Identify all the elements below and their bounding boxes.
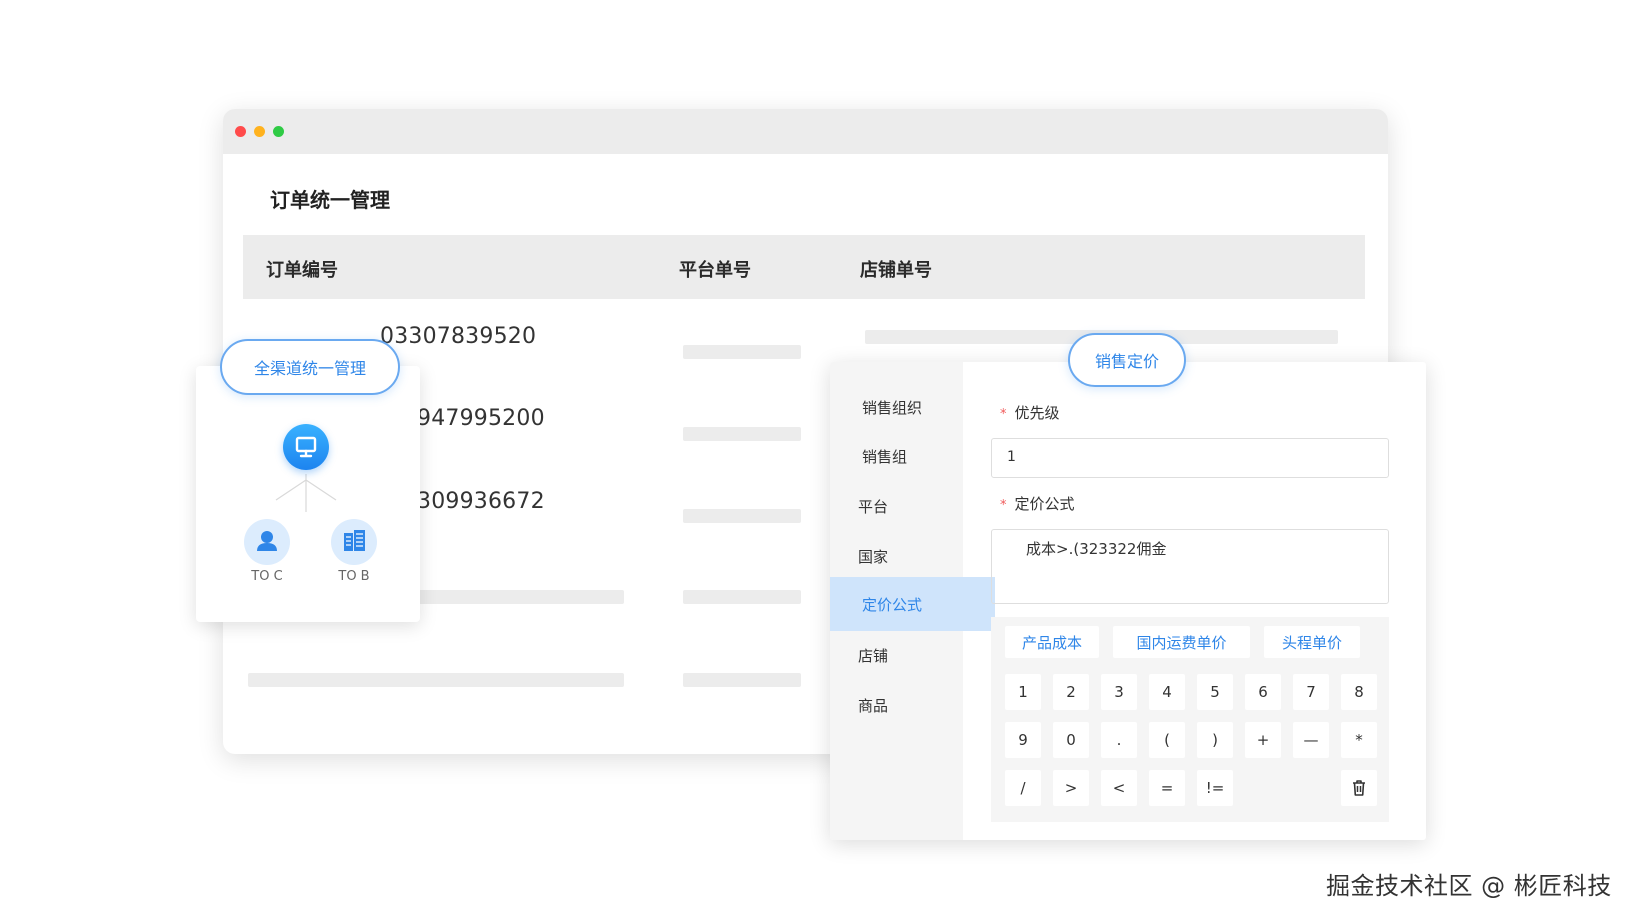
key-button[interactable]: 1 bbox=[1005, 674, 1041, 710]
placeholder-cell bbox=[683, 590, 801, 604]
sidebar-item-platform[interactable]: 平台 bbox=[830, 479, 991, 533]
placeholder-cell bbox=[413, 590, 624, 604]
key-button[interactable]: 8 bbox=[1341, 674, 1377, 710]
priority-label-text: 优先级 bbox=[1014, 404, 1060, 422]
sidebar-item-sales-org[interactable]: 销售组织 bbox=[830, 380, 995, 434]
key-button[interactable]: 3 bbox=[1101, 674, 1137, 710]
close-window-button[interactable] bbox=[235, 126, 246, 137]
variable-first-leg[interactable]: 头程单价 bbox=[1264, 626, 1360, 658]
formula-label: * 定价公式 bbox=[1000, 493, 1075, 514]
sidebar-item-pricing-formula[interactable]: 定价公式 bbox=[830, 577, 995, 631]
formula-keypad: 产品成本 国内运费单价 头程单价 1 2 3 4 5 6 7 8 9 0 . (… bbox=[991, 617, 1389, 822]
sidebar-item-sales-group[interactable]: 销售组 bbox=[830, 429, 995, 483]
key-button[interactable]: != bbox=[1197, 770, 1233, 806]
key-button[interactable]: ( bbox=[1149, 722, 1185, 758]
key-button[interactable]: 9 bbox=[1005, 722, 1041, 758]
required-mark: * bbox=[1000, 407, 1007, 422]
column-header-shop-number[interactable]: 店铺单号 bbox=[860, 256, 932, 282]
variable-domestic-shipping[interactable]: 国内运费单价 bbox=[1113, 626, 1250, 658]
order-number-cell[interactable]: 03307839520 bbox=[380, 324, 536, 349]
key-button[interactable]: ) bbox=[1197, 722, 1233, 758]
key-button[interactable]: / bbox=[1005, 770, 1041, 806]
placeholder-cell bbox=[683, 427, 801, 441]
key-button[interactable]: 2 bbox=[1053, 674, 1089, 710]
key-button[interactable]: 5 bbox=[1197, 674, 1233, 710]
placeholder-cell bbox=[248, 673, 624, 687]
key-button[interactable]: = bbox=[1149, 770, 1185, 806]
formula-textarea[interactable]: 成本>.(323322佣金 bbox=[991, 529, 1389, 604]
trash-icon[interactable] bbox=[1341, 770, 1377, 806]
placeholder-cell bbox=[683, 673, 801, 687]
building-icon[interactable] bbox=[331, 519, 377, 565]
formula-label-text: 定价公式 bbox=[1014, 495, 1075, 513]
omnichannel-badge[interactable]: 全渠道统一管理 bbox=[220, 339, 400, 395]
key-button[interactable]: 7 bbox=[1293, 674, 1329, 710]
key-button[interactable]: * bbox=[1341, 722, 1377, 758]
user-icon[interactable] bbox=[244, 519, 290, 565]
key-button[interactable]: 0 bbox=[1053, 722, 1089, 758]
order-number-cell[interactable]: 947995200 bbox=[417, 406, 545, 431]
column-header-order-number[interactable]: 订单编号 bbox=[266, 256, 338, 282]
pricing-sidebar: 销售组织 销售组 平台 国家 定价公式 店铺 商品 bbox=[830, 362, 995, 840]
sidebar-item-country[interactable]: 国家 bbox=[830, 529, 991, 583]
priority-label: * 优先级 bbox=[1000, 402, 1060, 423]
page-title: 订单统一管理 bbox=[270, 188, 390, 212]
key-button[interactable]: < bbox=[1101, 770, 1137, 806]
watermark: 掘金技术社区 @ 彬匠科技 bbox=[1326, 872, 1612, 900]
key-button[interactable]: 6 bbox=[1245, 674, 1281, 710]
key-button[interactable]: > bbox=[1053, 770, 1089, 806]
to-c-label: TO C bbox=[251, 569, 283, 584]
column-header-platform-number[interactable]: 平台单号 bbox=[679, 256, 751, 282]
priority-input[interactable]: 1 bbox=[991, 438, 1389, 478]
key-button[interactable]: . bbox=[1101, 722, 1137, 758]
key-button[interactable]: + bbox=[1245, 722, 1281, 758]
placeholder-cell bbox=[683, 345, 801, 359]
maximize-window-button[interactable] bbox=[273, 126, 284, 137]
order-number-cell[interactable]: 309936672 bbox=[417, 489, 545, 514]
monitor-icon[interactable] bbox=[283, 424, 329, 470]
sidebar-item-shop[interactable]: 店铺 bbox=[830, 628, 991, 682]
sales-pricing-badge[interactable]: 销售定价 bbox=[1068, 333, 1186, 387]
to-b-label: TO B bbox=[338, 569, 370, 584]
hierarchy-connector bbox=[275, 474, 337, 512]
window-titlebar bbox=[223, 109, 1388, 154]
placeholder-cell bbox=[683, 509, 801, 523]
key-button[interactable]: 4 bbox=[1149, 674, 1185, 710]
key-button[interactable]: — bbox=[1293, 722, 1329, 758]
required-mark: * bbox=[1000, 498, 1007, 513]
variable-product-cost[interactable]: 产品成本 bbox=[1005, 626, 1099, 658]
sidebar-item-product[interactable]: 商品 bbox=[830, 678, 991, 732]
minimize-window-button[interactable] bbox=[254, 126, 265, 137]
table-header: 订单编号 平台单号 店铺单号 bbox=[243, 235, 1365, 299]
